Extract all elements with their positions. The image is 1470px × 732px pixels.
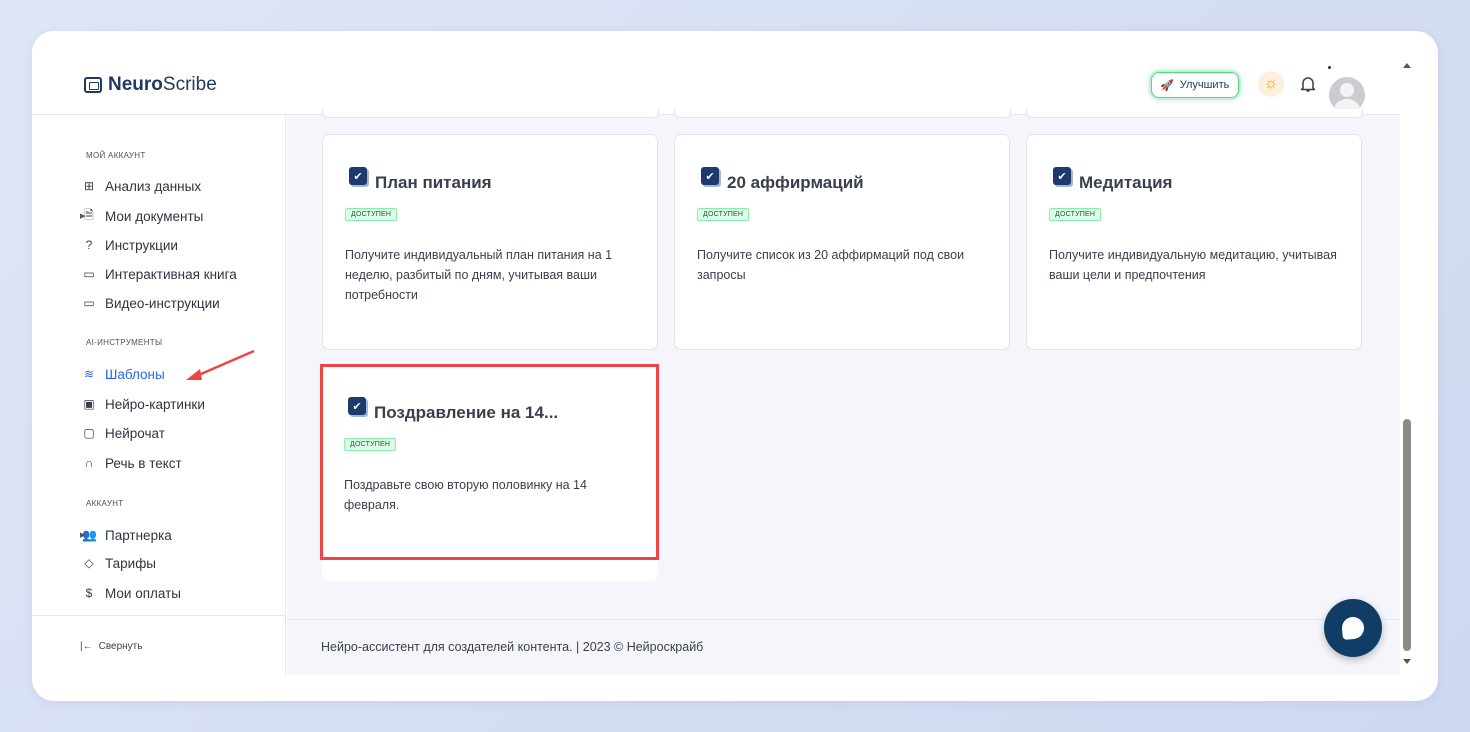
avatar[interactable] bbox=[1329, 77, 1365, 113]
sidebar-item-label: Шаблоны bbox=[105, 366, 165, 382]
chat-icon: ▢ bbox=[83, 426, 95, 440]
card-description: Получите индивидуальную медитацию, учиты… bbox=[1049, 248, 1337, 282]
sidebar-item-speech-to-text[interactable]: ∩ Речь в текст bbox=[82, 453, 182, 473]
previous-card-edge bbox=[322, 109, 659, 118]
collapse-label: Свернуть bbox=[98, 641, 143, 652]
sun-icon: ☼ bbox=[1263, 75, 1279, 92]
grid-icon: ⊞ bbox=[83, 179, 95, 193]
caret-right-icon: ▶ bbox=[80, 532, 86, 539]
previous-card-edge bbox=[674, 109, 1011, 118]
checkbox-icon: ✔ bbox=[701, 167, 719, 185]
sidebar-item-label: Видео-инструкции bbox=[105, 295, 220, 311]
upgrade-label: Улучшить bbox=[1179, 79, 1230, 91]
collapse-icon: |← bbox=[80, 641, 93, 652]
main-content: ✔ План питания доступен Получите индивид… bbox=[287, 109, 1400, 675]
status-badge: доступен bbox=[1049, 208, 1102, 221]
sidebar-item-label: Мои оплаты bbox=[105, 585, 181, 601]
tag-icon: ◇ bbox=[84, 556, 94, 570]
logo-rest: Scribe bbox=[162, 74, 217, 95]
previous-card-edge bbox=[1026, 109, 1363, 118]
image-icon: ▣ bbox=[83, 397, 95, 411]
rocket-icon: 🚀 bbox=[1160, 79, 1174, 92]
sidebar-item-label: Речь в текст bbox=[105, 455, 182, 471]
layers-icon: ≋ bbox=[83, 367, 95, 381]
scroll-down-icon[interactable] bbox=[1403, 659, 1411, 664]
checkbox-icon: ✔ bbox=[349, 167, 367, 185]
card-title: Медитация bbox=[1079, 173, 1173, 192]
checkbox-icon: ✔ bbox=[348, 397, 366, 415]
logo-icon bbox=[84, 77, 102, 93]
footer-text: Нейро-ассистент для создателей контента.… bbox=[321, 640, 704, 654]
sidebar: мой аккаунт ⊞ Анализ данных ▶ 🗎 Мои доку… bbox=[32, 115, 286, 675]
card-description: Поздравьте свою вторую половинку на 14 ф… bbox=[344, 478, 587, 512]
notification-dot bbox=[1328, 66, 1331, 69]
status-badge: доступен bbox=[344, 438, 397, 451]
scrollbar[interactable] bbox=[1400, 55, 1416, 675]
sidebar-item-label: Анализ данных bbox=[105, 178, 202, 194]
scroll-up-icon[interactable] bbox=[1403, 63, 1411, 68]
notifications-button[interactable] bbox=[1298, 73, 1318, 95]
sidebar-item-video-instructions[interactable]: ▭ Видео-инструкции bbox=[82, 293, 220, 313]
top-bar: NeuroScribe 🚀 Улучшить ☼ bbox=[32, 31, 1400, 115]
app-window: NeuroScribe 🚀 Улучшить ☼ мой аккаунт ⊞ А… bbox=[32, 31, 1438, 701]
collapse-sidebar-button[interactable]: |← Свернуть bbox=[80, 641, 142, 652]
sidebar-item-label: Нейрочат bbox=[105, 425, 165, 441]
theme-toggle-button[interactable]: ☼ bbox=[1258, 71, 1284, 97]
sidebar-item-label: Интерактивная книга bbox=[105, 266, 237, 282]
template-card[interactable]: ✔ Медитация доступен Получите индивидуал… bbox=[1026, 134, 1362, 350]
sidebar-item-partners[interactable]: ▶ 👥 Партнерка bbox=[80, 525, 172, 545]
card-title: 20 аффирмаций bbox=[727, 173, 864, 192]
checkbox-icon: ✔ bbox=[1053, 167, 1071, 185]
section-title-ai-tools: ai-инструменты bbox=[86, 338, 163, 347]
sidebar-item-my-payments[interactable]: $ Мои оплаты bbox=[82, 583, 181, 603]
video-icon: ▭ bbox=[83, 296, 95, 310]
card-description: Получите список из 20 аффирмаций под сво… bbox=[697, 248, 965, 282]
sidebar-item-label: Инструкции bbox=[105, 237, 178, 253]
chat-widget-button[interactable] bbox=[1324, 599, 1382, 657]
logo-bold: Neuro bbox=[108, 74, 163, 95]
template-card[interactable]: ✔ План питания доступен Получите индивид… bbox=[322, 134, 658, 350]
card-description: Получите индивидуальный план питания на … bbox=[345, 248, 613, 302]
chat-bubble-icon bbox=[1341, 616, 1365, 640]
sidebar-item-tariffs[interactable]: ◇ Тарифы bbox=[82, 553, 156, 573]
bell-icon bbox=[1300, 77, 1316, 92]
sidebar-item-label: Нейро-картинки bbox=[105, 396, 205, 412]
logo-text: NeuroScribe bbox=[108, 74, 217, 96]
annotation-arrow bbox=[186, 349, 255, 380]
help-icon: ? bbox=[85, 238, 93, 252]
sidebar-item-label: Мои документы bbox=[105, 208, 204, 224]
caret-right-icon: ▶ bbox=[80, 213, 86, 220]
book-icon: ▭ bbox=[83, 267, 95, 281]
sidebar-item-label: Тарифы bbox=[105, 555, 157, 571]
headphones-icon: ∩ bbox=[84, 456, 94, 470]
template-card[interactable]: ✔ Поздравление на 14... доступен Поздрав… bbox=[322, 365, 658, 581]
footer-divider bbox=[287, 619, 1400, 620]
scroll-thumb[interactable] bbox=[1403, 419, 1411, 651]
section-title-my-account: мой аккаунт bbox=[86, 151, 146, 160]
card-title: План питания bbox=[375, 173, 492, 192]
sidebar-item-data-analysis[interactable]: ⊞ Анализ данных bbox=[82, 176, 201, 196]
template-card[interactable]: ✔ 20 аффирмаций доступен Получите список… bbox=[674, 134, 1010, 350]
status-badge: доступен bbox=[345, 208, 398, 221]
sidebar-item-templates[interactable]: ≋ Шаблоны bbox=[82, 364, 165, 384]
sidebar-item-neuro-images[interactable]: ▣ Нейро-картинки bbox=[82, 394, 205, 414]
upgrade-button[interactable]: 🚀 Улучшить bbox=[1151, 72, 1240, 98]
section-title-account: аккаунт bbox=[86, 499, 124, 508]
status-badge: доступен bbox=[697, 208, 750, 221]
sidebar-item-instructions[interactable]: ? Инструкции bbox=[82, 235, 178, 255]
dollar-icon: $ bbox=[85, 586, 93, 600]
sidebar-item-neurochat[interactable]: ▢ Нейрочат bbox=[82, 423, 165, 443]
logo[interactable]: NeuroScribe bbox=[84, 74, 217, 96]
sidebar-item-interactive-book[interactable]: ▭ Интерактивная книга bbox=[82, 264, 237, 284]
sidebar-item-label: Партнерка bbox=[105, 527, 172, 543]
card-title: Поздравление на 14... bbox=[374, 403, 559, 422]
sidebar-item-my-documents[interactable]: ▶ 🗎 Мои документы bbox=[80, 206, 204, 226]
sidebar-divider bbox=[32, 615, 286, 616]
